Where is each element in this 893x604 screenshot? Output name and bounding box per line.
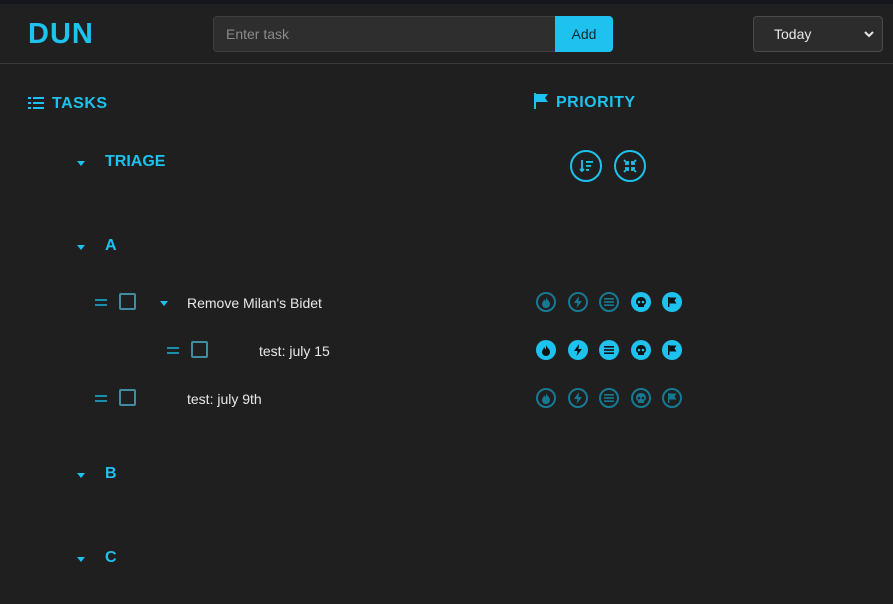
fire-icon bbox=[542, 345, 550, 356]
skull-icon bbox=[636, 393, 646, 403]
fire-icon bbox=[542, 297, 550, 308]
sort-icon bbox=[579, 160, 593, 173]
bars-icon bbox=[604, 346, 614, 354]
priority-toggle[interactable] bbox=[536, 292, 556, 312]
caret-down-icon[interactable] bbox=[75, 241, 87, 253]
caret-down-icon[interactable] bbox=[75, 469, 87, 481]
priority-toggle[interactable] bbox=[599, 340, 619, 360]
add-task-button[interactable]: Add bbox=[555, 16, 613, 52]
priority-toggle[interactable] bbox=[599, 388, 619, 408]
group-label-triage[interactable]: TRIAGE bbox=[105, 153, 165, 171]
compress-icon bbox=[623, 159, 637, 173]
priority-toggle[interactable] bbox=[631, 388, 651, 408]
priority-toggle[interactable] bbox=[599, 292, 619, 312]
caret-down-icon[interactable] bbox=[75, 553, 87, 565]
chevron-down-icon bbox=[864, 31, 874, 38]
tasks-heading-label: TASKS bbox=[52, 95, 108, 112]
task-text[interactable]: test: july 15 bbox=[259, 343, 330, 359]
group-label-a[interactable]: A bbox=[105, 237, 117, 255]
priority-heading: PRIORITY bbox=[534, 93, 636, 112]
lightning-icon bbox=[574, 392, 582, 404]
priority-toggle[interactable] bbox=[568, 340, 588, 360]
skull-icon bbox=[636, 297, 646, 307]
priority-toggle[interactable] bbox=[568, 292, 588, 312]
priority-toggle[interactable] bbox=[536, 340, 556, 360]
lightning-icon bbox=[574, 296, 582, 308]
priority-heading-label: PRIORITY bbox=[556, 94, 636, 111]
app-header: DUN Add Today bbox=[0, 4, 893, 64]
flag-icon bbox=[534, 93, 548, 109]
drag-handle[interactable] bbox=[95, 299, 107, 307]
date-filter-value: Today bbox=[774, 26, 812, 42]
caret-down-icon[interactable] bbox=[158, 297, 170, 309]
lightning-icon bbox=[574, 344, 582, 356]
priority-toggle[interactable] bbox=[662, 292, 682, 312]
group-label-c[interactable]: C bbox=[105, 549, 117, 567]
flag-icon bbox=[668, 345, 677, 355]
fire-icon bbox=[542, 393, 550, 404]
drag-handle[interactable] bbox=[95, 395, 107, 403]
flag-icon bbox=[668, 297, 677, 307]
flag-icon bbox=[668, 393, 677, 403]
list-icon bbox=[28, 97, 44, 109]
group-label-b[interactable]: B bbox=[105, 465, 117, 483]
app-logo[interactable]: DUN bbox=[28, 18, 94, 51]
caret-down-icon[interactable] bbox=[75, 157, 87, 169]
priority-toggle[interactable] bbox=[568, 388, 588, 408]
bars-icon bbox=[604, 394, 614, 402]
priority-toggle[interactable] bbox=[631, 340, 651, 360]
task-checkbox[interactable] bbox=[119, 293, 136, 310]
priority-toggle[interactable] bbox=[662, 388, 682, 408]
tasks-heading: TASKS bbox=[28, 95, 108, 113]
task-input[interactable] bbox=[213, 16, 555, 52]
drag-handle[interactable] bbox=[167, 347, 179, 355]
task-text[interactable]: test: july 9th bbox=[187, 391, 262, 407]
sort-priority-button[interactable] bbox=[570, 150, 602, 182]
task-text[interactable]: Remove Milan's Bidet bbox=[187, 295, 322, 311]
skull-icon bbox=[636, 345, 646, 355]
priority-toggle[interactable] bbox=[631, 292, 651, 312]
date-filter-select[interactable]: Today bbox=[753, 16, 883, 52]
task-checkbox[interactable] bbox=[191, 341, 208, 358]
bars-icon bbox=[604, 298, 614, 306]
priority-toggle[interactable] bbox=[662, 340, 682, 360]
task-checkbox[interactable] bbox=[119, 389, 136, 406]
priority-toggle[interactable] bbox=[536, 388, 556, 408]
collapse-all-button[interactable] bbox=[614, 150, 646, 182]
